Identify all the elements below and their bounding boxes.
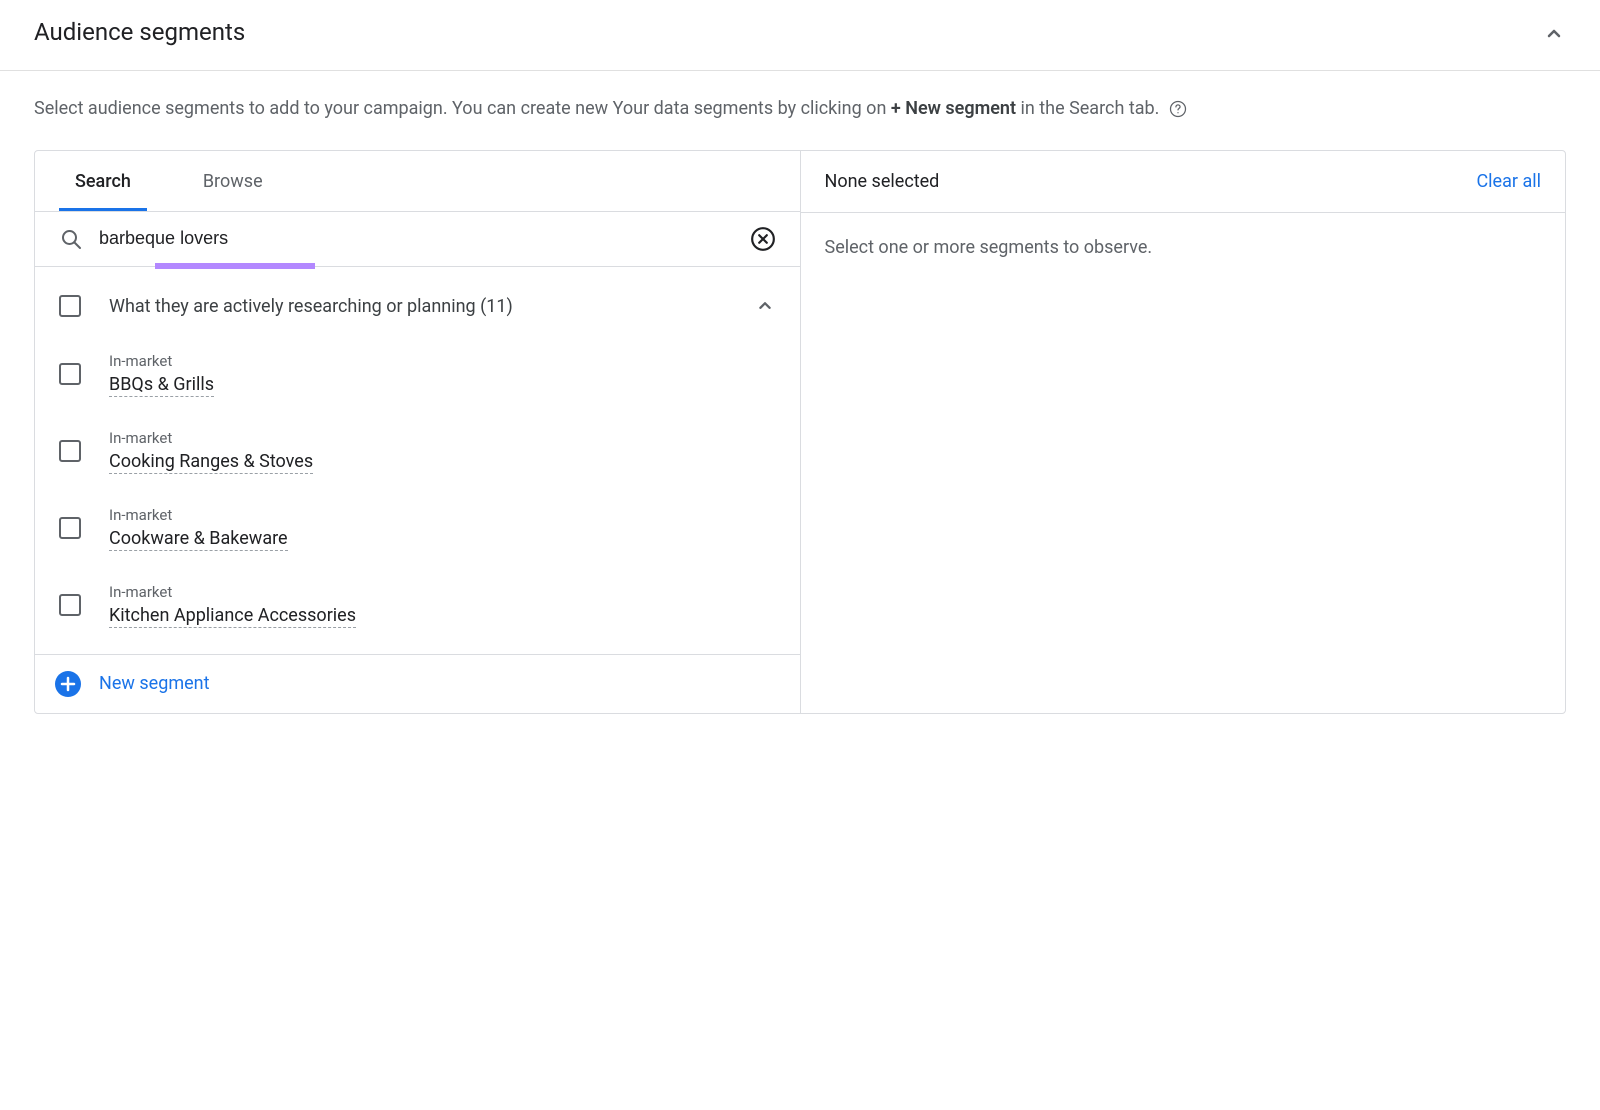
- collapse-category-button[interactable]: [754, 295, 776, 317]
- result-row[interactable]: In-market Cookware & Bakeware: [35, 490, 800, 567]
- tab-search[interactable]: Search: [59, 151, 147, 211]
- section-header: Audience segments: [0, 0, 1600, 70]
- result-kicker: In-market: [109, 506, 776, 524]
- right-panel: None selected Clear all Select one or mo…: [801, 151, 1566, 713]
- description-part1: Select audience segments to add to your …: [34, 98, 891, 119]
- result-checkbox[interactable]: [59, 517, 81, 539]
- new-segment-label: New segment: [99, 673, 209, 694]
- clear-search-button[interactable]: [750, 226, 776, 252]
- result-kicker: In-market: [109, 352, 776, 370]
- tab-browse[interactable]: Browse: [187, 151, 279, 211]
- new-segment-button[interactable]: New segment: [35, 654, 800, 713]
- category-row[interactable]: What they are actively researching or pl…: [35, 277, 800, 336]
- result-title: BBQs & Grills: [109, 374, 214, 397]
- results-list: What they are actively researching or pl…: [35, 267, 800, 654]
- selected-header: None selected Clear all: [801, 151, 1566, 213]
- description-part2: in the Search tab.: [1016, 98, 1164, 119]
- result-checkbox[interactable]: [59, 594, 81, 616]
- search-icon: [59, 227, 83, 251]
- selected-count: None selected: [825, 171, 940, 192]
- search-row: [35, 212, 800, 267]
- tab-bar: Search Browse: [35, 151, 800, 212]
- result-row[interactable]: In-market BBQs & Grills: [35, 336, 800, 413]
- description-bold: + New segment: [891, 98, 1016, 119]
- chevron-up-icon: [1542, 22, 1566, 46]
- close-circle-icon: [750, 226, 776, 252]
- result-checkbox[interactable]: [59, 440, 81, 462]
- chevron-up-icon: [754, 295, 776, 317]
- description-text: Select audience segments to add to your …: [0, 71, 1600, 146]
- search-input[interactable]: [99, 228, 750, 249]
- search-highlight: [155, 263, 315, 269]
- result-title: Kitchen Appliance Accessories: [109, 605, 356, 628]
- category-label: What they are actively researching or pl…: [109, 293, 754, 320]
- page-title: Audience segments: [34, 18, 245, 46]
- result-title: Cookware & Bakeware: [109, 528, 288, 551]
- result-kicker: In-market: [109, 429, 776, 447]
- collapse-toggle[interactable]: [1542, 22, 1566, 46]
- category-checkbox[interactable]: [59, 295, 81, 317]
- help-button[interactable]: [1168, 99, 1188, 119]
- left-panel: Search Browse: [35, 151, 801, 713]
- help-icon: [1168, 99, 1188, 119]
- result-row[interactable]: In-market Kitchen Appliance Accessories: [35, 567, 800, 644]
- selected-empty-message: Select one or more segments to observe.: [801, 213, 1566, 282]
- result-title: Cooking Ranges & Stoves: [109, 451, 313, 474]
- result-kicker: In-market: [109, 583, 776, 601]
- clear-all-button[interactable]: Clear all: [1476, 171, 1541, 192]
- plus-circle-icon: [55, 671, 81, 697]
- result-checkbox[interactable]: [59, 363, 81, 385]
- main-container: Search Browse: [34, 150, 1566, 714]
- result-row[interactable]: In-market Cooking Ranges & Stoves: [35, 413, 800, 490]
